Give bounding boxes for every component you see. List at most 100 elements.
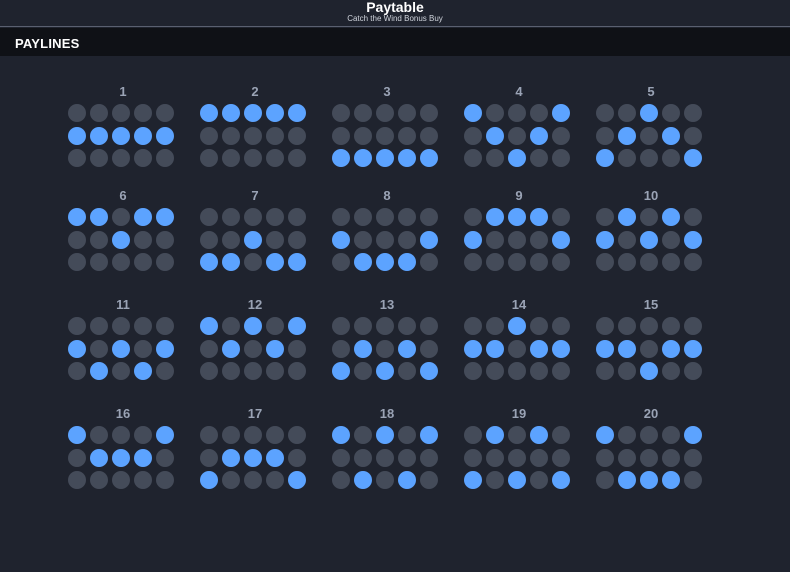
active-position-dot (332, 426, 350, 444)
inactive-position-dot (266, 471, 284, 489)
payline-number: 8 (383, 188, 391, 203)
active-position-dot (112, 448, 130, 467)
inactive-position-dot (134, 149, 152, 167)
inactive-position-dot (530, 471, 548, 489)
active-position-dot (596, 230, 614, 249)
inactive-position-dot (288, 448, 306, 467)
inactive-position-dot (618, 362, 636, 380)
payline-number: 20 (643, 406, 659, 421)
inactive-position-dot (486, 253, 504, 271)
active-position-dot (618, 126, 636, 145)
payline-2: 2 (200, 84, 310, 167)
inactive-position-dot (420, 317, 438, 335)
active-position-dot (266, 448, 284, 467)
inactive-position-dot (684, 126, 702, 145)
active-position-dot (508, 208, 526, 226)
inactive-position-dot (508, 253, 526, 271)
active-position-dot (618, 339, 636, 358)
inactive-position-dot (464, 208, 482, 226)
inactive-position-dot (244, 426, 262, 444)
payline-6: 6 (68, 188, 178, 271)
active-position-dot (486, 126, 504, 145)
payline-17: 17 (200, 406, 310, 489)
active-position-dot (200, 317, 218, 335)
inactive-position-dot (332, 208, 350, 226)
inactive-position-dot (640, 426, 658, 444)
payline-number: 14 (511, 297, 527, 312)
inactive-position-dot (662, 104, 680, 122)
inactive-position-dot (530, 362, 548, 380)
inactive-position-dot (530, 317, 548, 335)
inactive-position-dot (486, 448, 504, 467)
active-position-dot (376, 253, 394, 271)
active-position-dot (68, 126, 86, 145)
inactive-position-dot (684, 362, 702, 380)
active-position-dot (68, 208, 86, 226)
active-position-dot (420, 362, 438, 380)
active-position-dot (332, 362, 350, 380)
inactive-position-dot (420, 104, 438, 122)
inactive-position-dot (244, 253, 262, 271)
active-position-dot (112, 230, 130, 249)
inactive-position-dot (200, 126, 218, 145)
inactive-position-dot (508, 339, 526, 358)
inactive-position-dot (420, 208, 438, 226)
paylines-grid: 1 2 3 4 5 6 7 8 9 10 11 12 13 14 15 16 17 18 19 20 (0, 56, 790, 572)
inactive-position-dot (112, 149, 130, 167)
inactive-position-dot (464, 448, 482, 467)
inactive-position-dot (134, 339, 152, 358)
inactive-position-dot (244, 126, 262, 145)
active-position-dot (464, 230, 482, 249)
active-position-dot (596, 149, 614, 167)
inactive-position-dot (376, 471, 394, 489)
inactive-position-dot (156, 317, 174, 335)
inactive-position-dot (376, 317, 394, 335)
active-position-dot (156, 339, 174, 358)
active-position-dot (464, 471, 482, 489)
inactive-position-dot (288, 126, 306, 145)
inactive-position-dot (156, 104, 174, 122)
payline-3: 3 (332, 84, 442, 167)
inactive-position-dot (68, 104, 86, 122)
inactive-position-dot (90, 317, 108, 335)
payline-number: 11 (116, 297, 130, 312)
inactive-position-dot (552, 317, 570, 335)
inactive-position-dot (332, 471, 350, 489)
payline-number: 1 (119, 84, 127, 99)
inactive-position-dot (376, 104, 394, 122)
active-position-dot (398, 339, 416, 358)
inactive-position-dot (244, 149, 262, 167)
inactive-position-dot (486, 149, 504, 167)
active-position-dot (112, 339, 130, 358)
payline-pattern (332, 208, 442, 271)
inactive-position-dot (508, 126, 526, 145)
inactive-position-dot (288, 149, 306, 167)
inactive-position-dot (508, 448, 526, 467)
inactive-position-dot (90, 339, 108, 358)
inactive-position-dot (464, 426, 482, 444)
inactive-position-dot (266, 126, 284, 145)
active-position-dot (354, 471, 372, 489)
active-position-dot (244, 104, 262, 122)
inactive-position-dot (354, 448, 372, 467)
inactive-position-dot (90, 471, 108, 489)
inactive-position-dot (68, 230, 86, 249)
payline-pattern (200, 317, 310, 380)
active-position-dot (354, 253, 372, 271)
inactive-position-dot (552, 253, 570, 271)
inactive-position-dot (112, 317, 130, 335)
inactive-position-dot (464, 149, 482, 167)
inactive-position-dot (156, 448, 174, 467)
inactive-position-dot (112, 104, 130, 122)
payline-pattern (68, 317, 178, 380)
inactive-position-dot (508, 104, 526, 122)
payline-pattern (464, 317, 574, 380)
inactive-position-dot (200, 362, 218, 380)
inactive-position-dot (222, 126, 240, 145)
active-position-dot (90, 362, 108, 380)
active-position-dot (662, 126, 680, 145)
active-position-dot (684, 149, 702, 167)
inactive-position-dot (618, 426, 636, 444)
payline-pattern (200, 104, 310, 167)
inactive-position-dot (200, 426, 218, 444)
